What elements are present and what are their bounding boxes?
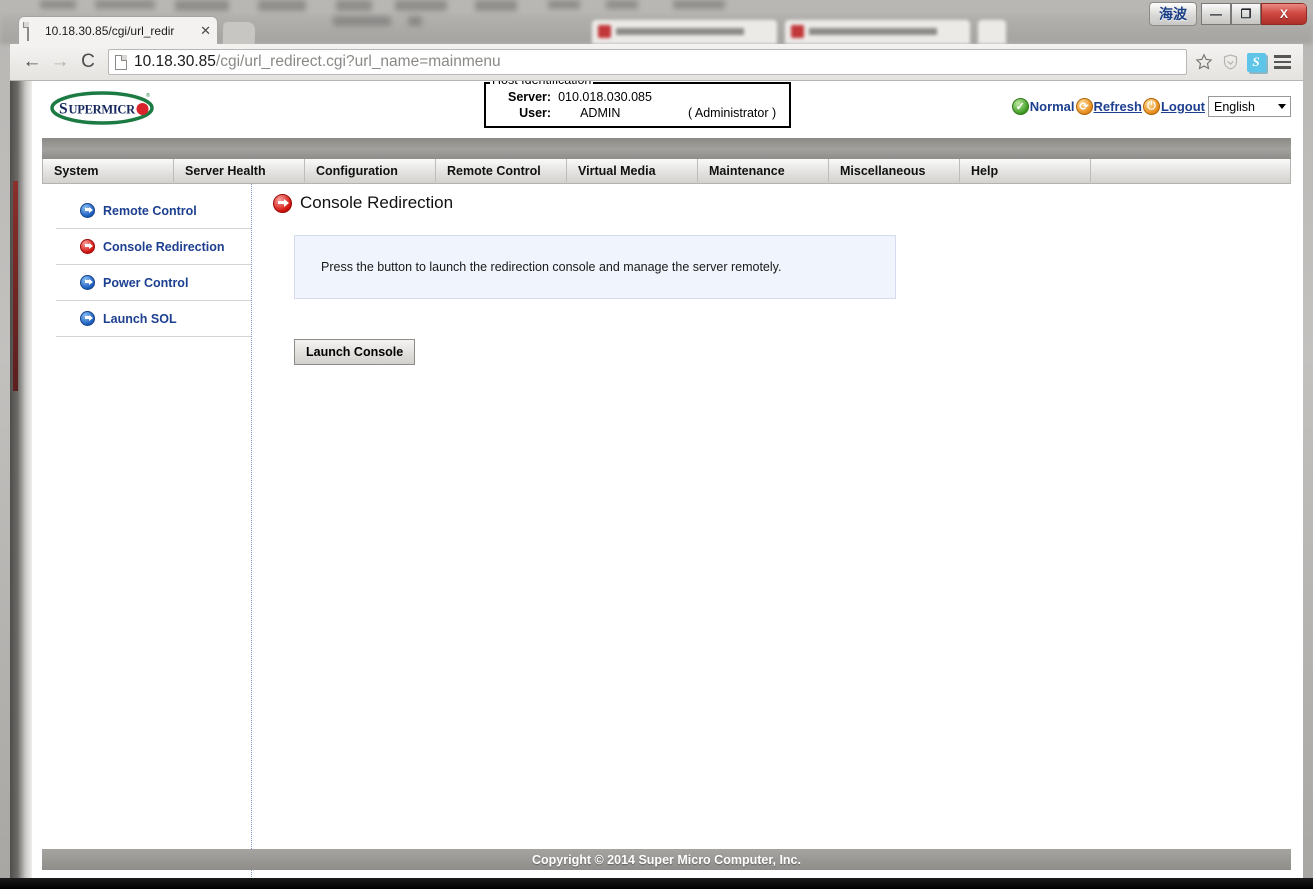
logout-icon: ⏻ — [1142, 98, 1160, 115]
menu-icon[interactable] — [1269, 49, 1295, 75]
sidebar: Remote Control Console Redirection Power… — [56, 193, 251, 337]
nav-item-remote-control[interactable]: Remote Control — [436, 159, 567, 182]
page-title-text: Console Redirection — [300, 193, 454, 212]
arrow-right-icon — [80, 203, 95, 218]
ipmi-header: S UPERMICR ® Host Identification Server:… — [32, 81, 1303, 138]
copyright-footer: Copyright © 2014 Super Micro Computer, I… — [42, 849, 1291, 870]
arrow-right-icon — [80, 275, 95, 290]
nav-item-server-health[interactable]: Server Health — [174, 159, 305, 182]
page-viewport: S UPERMICR ® Host Identification Server:… — [10, 81, 1303, 878]
nav-item-maintenance[interactable]: Maintenance — [698, 159, 829, 182]
sidebar-item-label: Launch SOL — [103, 311, 177, 326]
host-identification-box: Host Identification Server: 010.018.030.… — [484, 81, 791, 128]
sidebar-item-label: Remote Control — [103, 203, 197, 218]
launch-console-button[interactable]: Launch Console — [294, 339, 416, 365]
logout-link[interactable]: Logout — [1161, 99, 1205, 114]
bookmark-star-icon[interactable] — [1191, 49, 1217, 75]
language-select[interactable]: English — [1208, 96, 1291, 117]
sidebar-item-launch-sol[interactable]: Launch SOL — [56, 301, 251, 337]
nav-item-miscellaneous[interactable]: Miscellaneous — [829, 159, 960, 182]
browser-tab[interactable]: 10.18.30.85/cgi/url_redir ✕ — [18, 16, 218, 44]
status-area: ✓ Normal ⟳ Refresh ⏻ Logout English — [1011, 96, 1291, 117]
user-role: ( Administrator ) — [687, 106, 777, 120]
page-title: Console Redirection — [273, 193, 1280, 213]
sidebar-item-console-redirection[interactable]: Console Redirection — [56, 229, 251, 265]
nav-item-configuration[interactable]: Configuration — [305, 159, 436, 182]
close-icon[interactable]: ✕ — [200, 23, 211, 39]
browser-window: 海波 — ❐ X 10.18.30.85/cgi/url_redir ✕ ← →… — [0, 0, 1313, 889]
browser-tabstrip: 10.18.30.85/cgi/url_redir ✕ — [10, 14, 1303, 44]
arrow-right-icon — [273, 193, 292, 213]
table-row: Server: 010.018.030.085 — [508, 90, 776, 106]
sidebar-divider — [251, 184, 252, 878]
reload-icon[interactable]: C — [74, 48, 102, 76]
svg-text:S: S — [59, 101, 67, 118]
svg-text:UPERMICR: UPERMICR — [69, 103, 137, 117]
arrow-right-icon — [80, 311, 95, 326]
sidebar-item-power-control[interactable]: Power Control — [56, 265, 251, 301]
status-badge: Normal — [1029, 99, 1075, 114]
url-path: /cgi/url_redirect.cgi?url_name=mainmenu — [215, 53, 501, 70]
info-panel-text: Press the button to launch the redirecti… — [321, 260, 782, 274]
refresh-link[interactable]: Refresh — [1094, 99, 1142, 114]
background-red-stripe — [13, 181, 18, 391]
nav-item-help[interactable]: Help — [960, 159, 1091, 182]
ipmi-web-page: S UPERMICR ® Host Identification Server:… — [32, 81, 1303, 878]
sidebar-item-label: Power Control — [103, 275, 189, 290]
browser-toolbar: ← → C 10.18.30.85 /cgi/url_redirect.cgi?… — [10, 44, 1303, 81]
extension-s-icon: S — [1246, 52, 1266, 72]
language-select-value: English — [1214, 99, 1255, 114]
table-row: User: ADMIN ( Administrator ) — [508, 106, 776, 122]
extension-icon[interactable]: S — [1243, 49, 1269, 75]
nav-item-virtual-media[interactable]: Virtual Media — [567, 159, 698, 182]
page-left-gutter — [10, 81, 32, 878]
sidebar-item-label: Console Redirection — [103, 239, 225, 254]
window-bottom-shadow — [0, 878, 1313, 889]
url-host: 10.18.30.85 — [134, 53, 216, 70]
nav-filler — [1091, 159, 1290, 182]
back-icon[interactable]: ← — [18, 48, 46, 76]
new-tab-button[interactable] — [222, 22, 256, 44]
supermicro-logo: S UPERMICR ® — [48, 86, 160, 130]
server-label: Server: — [508, 90, 552, 104]
status-ok-icon: ✓ — [1011, 98, 1029, 115]
host-identification-table: Server: 010.018.030.085 User: ADMIN ( Ad… — [508, 90, 776, 122]
svg-text:®: ® — [146, 92, 150, 99]
main-navigation: System Server Health Configuration Remot… — [42, 159, 1291, 184]
header-gray-band — [42, 138, 1291, 159]
chevron-down-icon — [1278, 104, 1286, 109]
nav-item-system[interactable]: System — [43, 159, 174, 182]
main-content: Console Redirection Press the button to … — [270, 193, 1280, 365]
host-identification-legend: Host Identification — [490, 81, 594, 87]
refresh-icon: ⟳ — [1075, 98, 1093, 115]
user-label: User: — [519, 106, 552, 120]
page-icon — [115, 54, 127, 70]
forward-icon[interactable]: → — [46, 48, 74, 76]
user-value: ADMIN — [580, 106, 621, 120]
shield-icon[interactable] — [1217, 49, 1243, 75]
page-icon — [27, 22, 40, 41]
tab-title: 10.18.30.85/cgi/url_redir — [45, 23, 175, 38]
address-bar[interactable]: 10.18.30.85 /cgi/url_redirect.cgi?url_na… — [108, 49, 1187, 75]
server-value: 010.018.030.085 — [558, 90, 652, 104]
server-extra — [652, 90, 776, 106]
sidebar-item-remote-control[interactable]: Remote Control — [56, 193, 251, 229]
info-panel: Press the button to launch the redirecti… — [294, 235, 896, 299]
arrow-right-icon — [80, 239, 95, 254]
